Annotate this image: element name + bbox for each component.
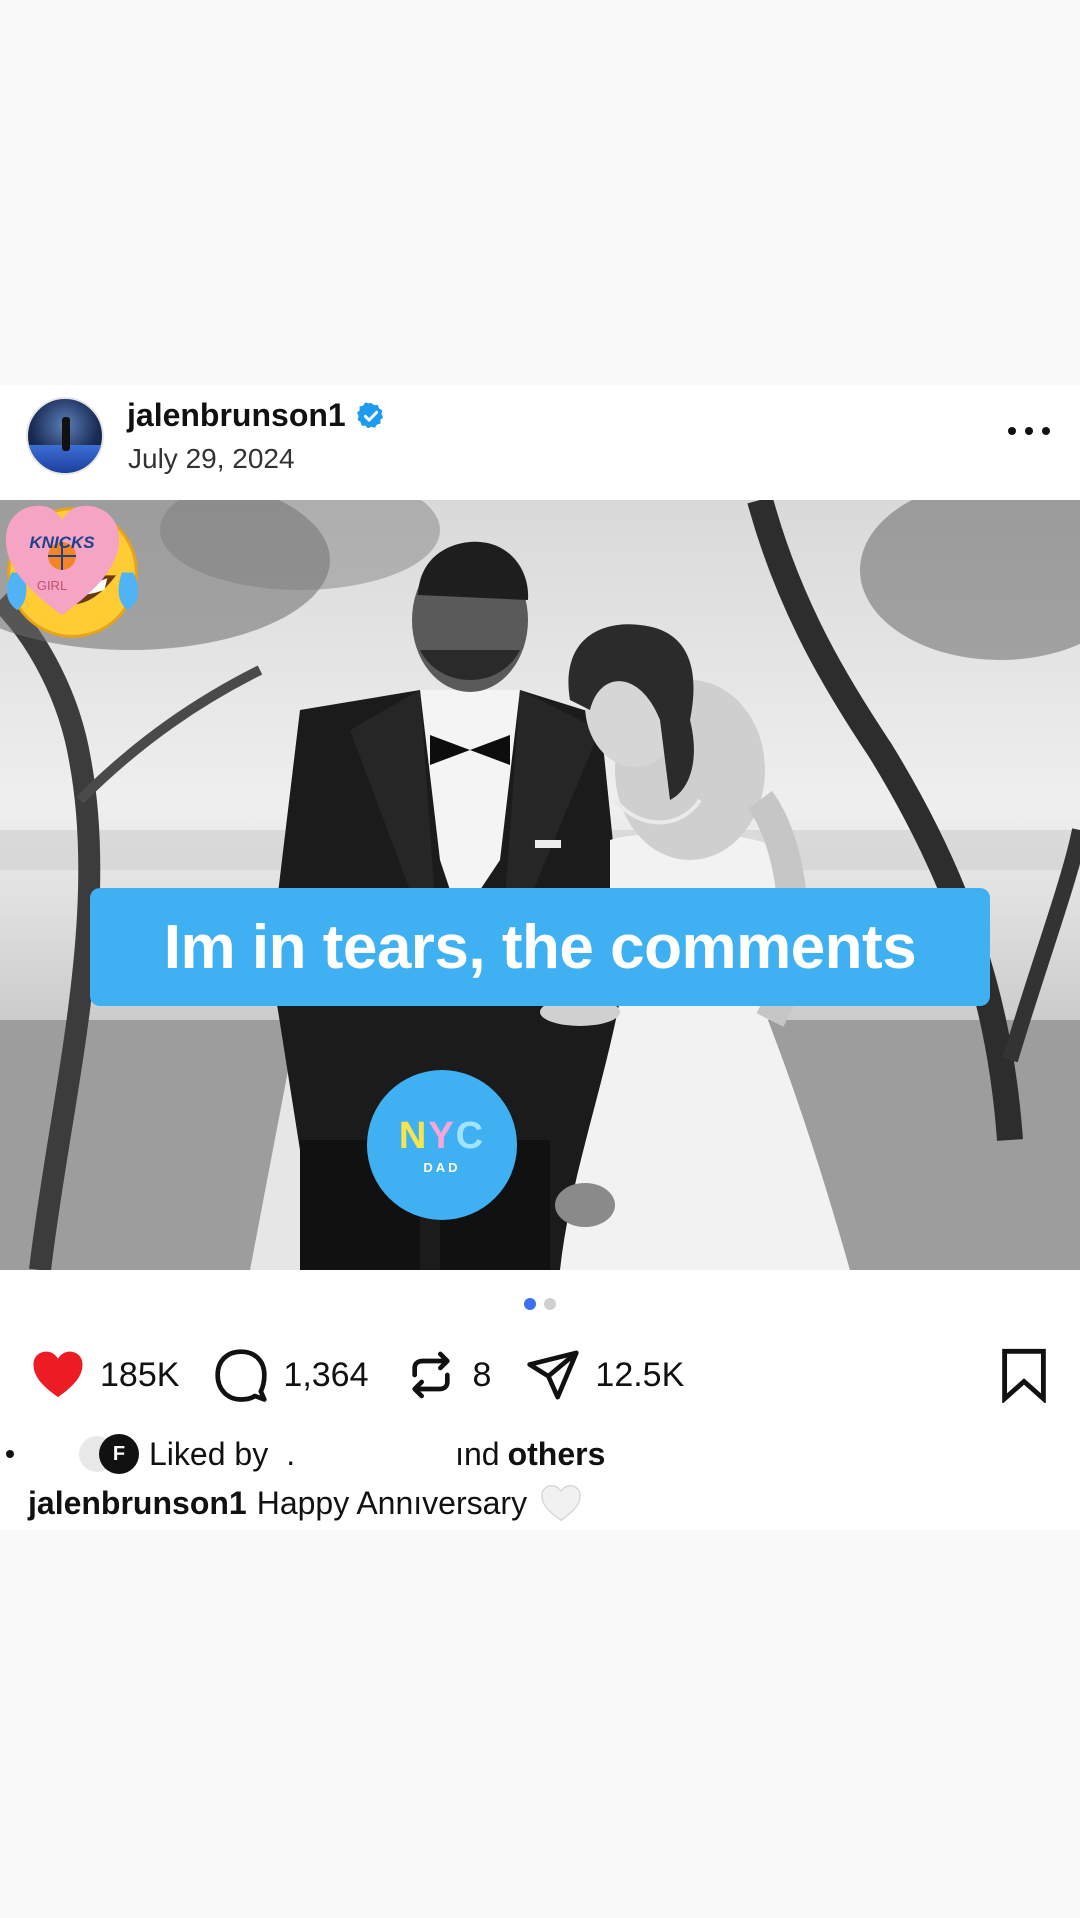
- like-count[interactable]: 185K: [100, 1356, 179, 1395]
- wedding-photo: [0, 500, 1080, 1270]
- heart-filled-icon: [33, 1351, 83, 1398]
- post-photo[interactable]: Im in tears, the comments NYC DAD KNICKS…: [0, 500, 1080, 1270]
- heart-sticker-label: GIRL: [37, 578, 67, 593]
- comment-count[interactable]: 1,364: [283, 1356, 368, 1395]
- liker-name[interactable]: .: [286, 1436, 295, 1473]
- nyc-dad-sticker[interactable]: NYC DAD: [367, 1070, 517, 1220]
- share-count[interactable]: 12.5K: [595, 1356, 684, 1395]
- send-icon: [527, 1350, 580, 1400]
- share-button[interactable]: 12.5K: [525, 1347, 684, 1403]
- post-caption: jalenbrunson1 Happy Annıversary: [28, 1483, 583, 1523]
- profile-avatar[interactable]: [26, 397, 104, 475]
- action-bar: 185K 1,364 8 12.5K: [30, 1345, 718, 1405]
- comment-button[interactable]: 1,364: [213, 1347, 369, 1403]
- caption-username[interactable]: jalenbrunson1: [28, 1485, 247, 1522]
- overlay-text-sticker[interactable]: Im in tears, the comments: [90, 888, 990, 1006]
- knicks-heart-sticker[interactable]: KNICKS GIRL: [0, 500, 125, 620]
- bookmark-icon[interactable]: [998, 1347, 1050, 1403]
- liker-avatar[interactable]: F: [99, 1434, 139, 1474]
- liked-by-others[interactable]: others: [508, 1436, 606, 1473]
- comment-icon: [215, 1349, 268, 1402]
- instagram-post: jalenbrunson1 July 29, 2024 Im in tears,…: [0, 385, 1080, 1530]
- nyc-sticker-title: NYC: [398, 1115, 486, 1157]
- liked-by-row[interactable]: F Liked by . ınd others: [0, 1430, 605, 1478]
- repost-count[interactable]: 8: [473, 1356, 492, 1395]
- carousel-dot-active: [524, 1298, 536, 1310]
- like-button[interactable]: 185K: [30, 1347, 179, 1403]
- username-text[interactable]: jalenbrunson1: [127, 397, 346, 434]
- caption-text: Happy Annıversary: [256, 1484, 528, 1521]
- nyc-sticker-subtitle: DAD: [423, 1160, 461, 1175]
- post-username[interactable]: jalenbrunson1: [127, 397, 386, 434]
- knicks-logo-text: KNICKS: [29, 533, 95, 552]
- carousel-indicator: [0, 1298, 1080, 1310]
- more-options-icon[interactable]: [1008, 421, 1050, 441]
- repost-button[interactable]: 8: [403, 1347, 492, 1403]
- redacted-mark: [6, 1450, 14, 1458]
- carousel-dot: [544, 1298, 556, 1310]
- liked-by-label: Liked by: [149, 1435, 269, 1472]
- post-date: July 29, 2024: [128, 443, 295, 474]
- verified-badge-icon: [356, 401, 383, 428]
- repost-icon: [411, 1351, 450, 1399]
- liked-by-and: ınd: [455, 1435, 500, 1472]
- white-heart-icon: [541, 1485, 581, 1522]
